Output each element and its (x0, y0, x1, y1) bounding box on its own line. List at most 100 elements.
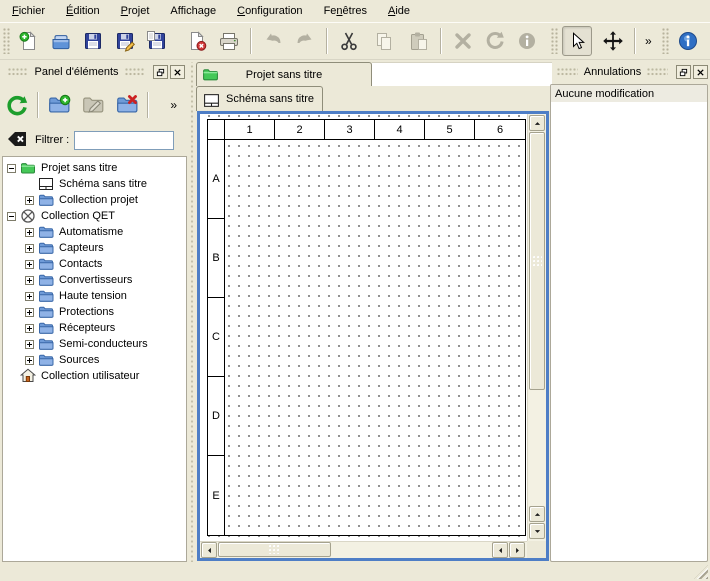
schema-canvas[interactable]: 123456ABCDE (200, 114, 527, 541)
menu-edition[interactable]: Édition (58, 2, 108, 20)
close-panel-button[interactable] (693, 65, 708, 79)
tab-project[interactable]: Projet sans titre (196, 62, 372, 86)
toolbar-handle[interactable] (3, 28, 10, 54)
tree-item-recepteurs[interactable]: Récepteurs (3, 320, 186, 336)
tree-item-automatisme[interactable]: Automatisme (3, 224, 186, 240)
save-button[interactable] (78, 26, 108, 56)
tree-item-label: Schéma sans titre (59, 178, 147, 190)
expand-icon[interactable] (25, 244, 34, 253)
undo-button[interactable] (258, 26, 288, 56)
toolbar-handle[interactable] (551, 28, 558, 54)
tree-item-semi-conducteurs[interactable]: Semi-conducteurs (3, 336, 186, 352)
main-toolbar: » » (0, 22, 710, 60)
tree-item-convertisseurs[interactable]: Convertisseurs (3, 272, 186, 288)
paste-button[interactable] (404, 26, 434, 56)
move-mode-button[interactable] (598, 26, 628, 56)
scroll-up-button[interactable] (529, 115, 545, 131)
expand-icon[interactable] (25, 196, 34, 205)
tree-item-collection-utilisateur[interactable]: Collection utilisateur (3, 368, 186, 384)
delete-button[interactable] (448, 26, 478, 56)
tree-item-label: Récepteurs (59, 322, 115, 334)
scroll-down-button[interactable] (529, 523, 545, 539)
panel-overflow-chevron[interactable]: » (166, 98, 181, 112)
scroll-left-button[interactable] (201, 542, 217, 558)
scroll-left-button[interactable] (492, 542, 508, 558)
about-qet-button[interactable] (673, 26, 703, 56)
horizontal-scrollbar[interactable] (200, 541, 527, 558)
collapse-icon[interactable] (7, 212, 16, 221)
close-document-icon (186, 30, 208, 52)
tree-item-label: Contacts (59, 258, 102, 270)
menu-fichier[interactable]: Fichier (4, 2, 53, 20)
expand-icon[interactable] (25, 260, 34, 269)
save-all-button[interactable] (142, 26, 172, 56)
tree-item-collection-projet[interactable]: Collection projet (3, 192, 186, 208)
redo-button[interactable] (290, 26, 320, 56)
menu-configuration[interactable]: Configuration (229, 2, 310, 20)
vertical-scroll-thumb[interactable] (529, 132, 545, 390)
scroll-up-button[interactable] (529, 506, 545, 522)
tree-item-projet-sans-titre[interactable]: Projet sans titre (3, 160, 186, 176)
folder-icon (38, 336, 54, 352)
expand-icon[interactable] (25, 292, 34, 301)
arrow-up-icon (534, 120, 541, 127)
diagram-drawing-area[interactable] (225, 140, 525, 535)
elements-panel-titlebar: Panel d'éléments (2, 62, 187, 82)
float-panel-button[interactable] (153, 65, 168, 79)
tab-schema[interactable]: Schéma sans titre (196, 86, 323, 111)
expand-icon[interactable] (25, 276, 34, 285)
info-blue-icon (677, 30, 699, 52)
expand-icon[interactable] (25, 324, 34, 333)
column-header-6: 6 (475, 120, 525, 140)
collapse-icon[interactable] (7, 164, 16, 173)
tree-item-contacts[interactable]: Contacts (3, 256, 186, 272)
menu-aide[interactable]: Aide (380, 2, 418, 20)
column-header-5: 5 (425, 120, 475, 140)
expand-icon[interactable] (25, 228, 34, 237)
copy-button[interactable] (369, 26, 399, 56)
rotate-button[interactable] (480, 26, 510, 56)
menu-projet[interactable]: Projet (113, 2, 158, 20)
undo-list-item[interactable]: Aucune modification (551, 85, 707, 102)
column-header-3: 3 (325, 120, 375, 140)
edit-category-button[interactable] (78, 90, 108, 120)
horizontal-scroll-thumb[interactable] (218, 542, 331, 557)
tree-item-collection-qet[interactable]: Collection QET (3, 208, 186, 224)
clear-filter-button[interactable] (7, 132, 29, 149)
filter-input[interactable] (74, 131, 174, 150)
save-as-button[interactable] (110, 26, 140, 56)
new-category-button[interactable] (44, 90, 74, 120)
project-tab-bar: Projet sans titre (196, 62, 552, 86)
expand-icon[interactable] (25, 340, 34, 349)
delete-category-button[interactable] (112, 90, 142, 120)
close-panel-button[interactable] (170, 65, 185, 79)
menu-fenetres[interactable]: Fenêtres (316, 2, 375, 20)
vertical-scrollbar[interactable] (527, 114, 546, 541)
close-document-button[interactable] (182, 26, 212, 56)
tree-item-sources[interactable]: Sources (3, 352, 186, 368)
expand-icon[interactable] (25, 308, 34, 317)
print-button[interactable] (214, 26, 244, 56)
select-mode-button[interactable] (562, 26, 592, 56)
expand-icon[interactable] (25, 356, 34, 365)
menu-affichage[interactable]: Affichage (162, 2, 224, 20)
dock-splitter[interactable] (188, 62, 196, 562)
resize-grip-icon[interactable] (694, 565, 708, 579)
float-panel-button[interactable] (676, 65, 691, 79)
reload-collections-button[interactable] (2, 90, 32, 120)
row-header-B: B (208, 219, 225, 298)
tree-item-haute-tension[interactable]: Haute tension (3, 288, 186, 304)
toolbar-overflow-chevron[interactable]: » (641, 34, 656, 48)
new-document-button[interactable] (14, 26, 44, 56)
tab-bar-empty-area (372, 62, 552, 86)
cut-button[interactable] (334, 26, 364, 56)
tree-item-schema-sans-titre[interactable]: Schéma sans titre (3, 176, 186, 192)
tree-item-protections[interactable]: Protections (3, 304, 186, 320)
schema-icon (203, 92, 220, 109)
toolbar-handle[interactable] (662, 28, 669, 54)
tree-item-capteurs[interactable]: Capteurs (3, 240, 186, 256)
scroll-right-button[interactable] (509, 542, 525, 558)
folder-icon (38, 288, 54, 304)
open-button[interactable] (46, 26, 76, 56)
object-info-button[interactable] (512, 26, 542, 56)
